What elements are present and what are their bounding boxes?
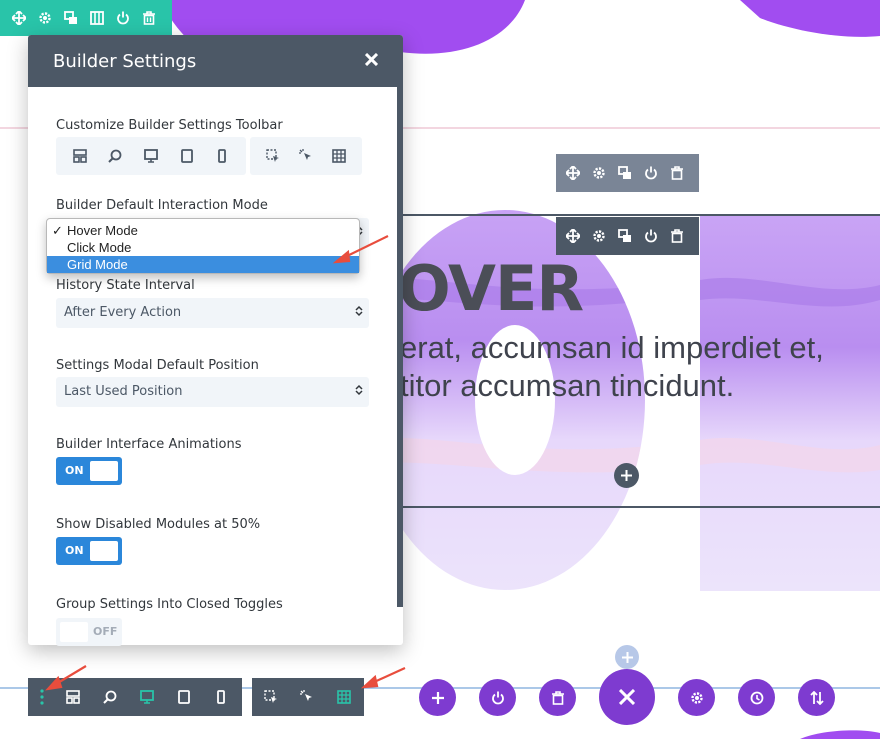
- gear-icon: [690, 691, 703, 704]
- builder-settings-modal: Builder Settings Customize Builder Setti…: [28, 35, 403, 646]
- tablet-icon[interactable]: [169, 141, 205, 171]
- phone-icon[interactable]: [204, 141, 240, 171]
- wireframe-icon[interactable]: [62, 141, 98, 171]
- close-icon: [364, 52, 378, 66]
- section-toolbar: [0, 0, 172, 36]
- history-button[interactable]: [738, 679, 775, 716]
- trash-icon[interactable]: [138, 7, 160, 29]
- duplicate-icon[interactable]: [60, 7, 82, 29]
- add-row-button[interactable]: [615, 645, 639, 669]
- power-icon[interactable]: [640, 225, 662, 247]
- zoom-icon[interactable]: [91, 682, 128, 712]
- phone-icon[interactable]: [202, 682, 239, 712]
- trash-icon[interactable]: [666, 162, 688, 184]
- customize-toolbar-label: Customize Builder Settings Toolbar: [56, 118, 283, 133]
- click-mode-icon[interactable]: [256, 141, 289, 171]
- builder-canvas: OVER erat, accumsan id imperdiet et, tit…: [0, 0, 880, 739]
- hero-text-line-2: titor accumsan tincidunt.: [400, 368, 735, 403]
- grid-mode-icon[interactable]: [322, 141, 355, 171]
- toggle-knob: [90, 461, 118, 481]
- modal-title: Builder Settings: [53, 51, 197, 72]
- wireframe-icon[interactable]: [54, 682, 91, 712]
- desktop-icon[interactable]: [128, 682, 165, 712]
- add-module-button[interactable]: [614, 463, 639, 488]
- modal-position-label: Settings Modal Default Position: [56, 358, 259, 373]
- customize-toolbar-view-group: [56, 137, 246, 175]
- checkmark-icon: ✓: [52, 223, 63, 238]
- power-icon[interactable]: [640, 162, 662, 184]
- customize-toolbar-mode-group: [250, 137, 362, 175]
- menu-dots-icon[interactable]: [30, 682, 54, 712]
- gear-icon[interactable]: [34, 7, 56, 29]
- toggle-knob: [90, 541, 118, 561]
- add-icon: [431, 691, 444, 704]
- power-icon[interactable]: [112, 7, 134, 29]
- hero-heading: OVER: [398, 252, 584, 325]
- power-icon: [491, 691, 504, 704]
- close-icon: [619, 689, 635, 705]
- option-label: Hover Mode: [67, 223, 138, 238]
- group-toggles-label: Group Settings Into Closed Toggles: [56, 597, 283, 612]
- plus-icon: [621, 651, 633, 663]
- bottom-mode-bar: [252, 678, 364, 716]
- sort-icon: [809, 690, 824, 705]
- select-caret-icon: [355, 305, 363, 317]
- gear-icon[interactable]: [588, 225, 610, 247]
- modal-position-select[interactable]: Last Used Position: [56, 377, 369, 407]
- grid-mode-icon[interactable]: [326, 682, 362, 712]
- trash-icon[interactable]: [666, 225, 688, 247]
- module-toolbar: [556, 217, 699, 255]
- trash-icon: [551, 690, 564, 705]
- disabled-modules-label: Show Disabled Modules at 50%: [56, 517, 261, 532]
- move-icon[interactable]: [8, 7, 30, 29]
- close-builder-button[interactable]: [599, 669, 655, 725]
- history-interval-label: History State Interval: [56, 278, 195, 293]
- portability-button[interactable]: [798, 679, 835, 716]
- trash-button[interactable]: [539, 679, 576, 716]
- add-button[interactable]: [419, 679, 456, 716]
- power-button[interactable]: [479, 679, 516, 716]
- plus-icon: [621, 470, 632, 481]
- modal-header[interactable]: Builder Settings: [28, 35, 403, 87]
- bottom-settings-bar: [28, 678, 242, 716]
- animations-toggle[interactable]: ON: [56, 457, 122, 485]
- disabled-modules-toggle[interactable]: ON: [56, 537, 122, 565]
- interaction-mode-dropdown: ✓ Hover Mode Click Mode Grid Mode: [46, 218, 360, 274]
- close-button[interactable]: [361, 49, 381, 69]
- hover-mode-icon[interactable]: [289, 141, 322, 171]
- toggle-knob: [60, 622, 88, 642]
- desktop-icon[interactable]: [133, 141, 169, 171]
- gear-icon[interactable]: [588, 162, 610, 184]
- modal-position-value: Last Used Position: [64, 384, 183, 399]
- history-interval-value: After Every Action: [64, 305, 182, 320]
- move-icon[interactable]: [562, 162, 584, 184]
- toggle-state-text: OFF: [93, 625, 118, 638]
- tablet-icon[interactable]: [165, 682, 202, 712]
- option-label: Grid Mode: [67, 257, 128, 272]
- toggle-state-text: ON: [65, 464, 84, 477]
- columns-icon[interactable]: [86, 7, 108, 29]
- history-interval-select[interactable]: After Every Action: [56, 298, 369, 328]
- hover-mode-icon[interactable]: [289, 682, 325, 712]
- select-caret-icon: [355, 384, 363, 396]
- animations-label: Builder Interface Animations: [56, 437, 242, 452]
- interaction-mode-label: Builder Default Interaction Mode: [56, 198, 268, 213]
- settings-button[interactable]: [678, 679, 715, 716]
- click-mode-icon[interactable]: [253, 682, 289, 712]
- option-grid-mode[interactable]: Grid Mode: [47, 256, 359, 273]
- modal-scrollbar[interactable]: [397, 87, 403, 607]
- duplicate-icon[interactable]: [614, 162, 636, 184]
- history-icon: [750, 691, 763, 704]
- duplicate-icon[interactable]: [614, 225, 636, 247]
- option-hover-mode[interactable]: ✓ Hover Mode: [47, 222, 359, 239]
- option-label: Click Mode: [67, 240, 132, 255]
- hero-text-line-1: erat, accumsan id imperdiet et,: [400, 330, 824, 365]
- option-click-mode[interactable]: Click Mode: [47, 239, 359, 256]
- zoom-icon[interactable]: [98, 141, 134, 171]
- group-toggles-toggle[interactable]: OFF: [56, 618, 122, 646]
- toggle-state-text: ON: [65, 544, 84, 557]
- row-toolbar-faded: [556, 154, 699, 192]
- move-icon[interactable]: [562, 225, 584, 247]
